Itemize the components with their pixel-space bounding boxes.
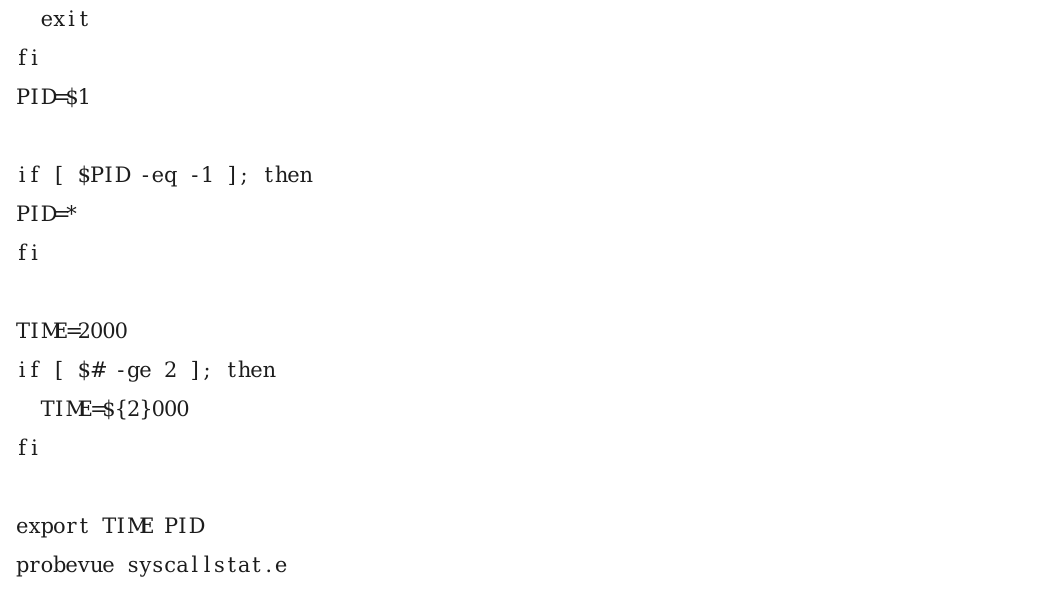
code-line: PID=$1: [16, 85, 92, 109]
code-line: TIME=${2}000: [40, 397, 190, 421]
code-line: fi: [18, 46, 38, 70]
code-line: PID=*: [16, 202, 77, 226]
code-line: if [ $PID - eq -1 ]; then: [18, 163, 314, 187]
code-line: ex i t: [40, 7, 89, 31]
code-line: probevue sysca l l s tat. e: [16, 553, 288, 577]
code-line: fi: [18, 241, 38, 265]
code-line: fi: [18, 436, 38, 460]
code-line: TIME=2000: [16, 319, 128, 343]
code-listing: ex i t f i PID=$1 if [ $PID - eq -1 ]; then PID…: [0, 0, 1059, 597]
code-line: expor t TIME PID: [16, 514, 206, 538]
code-line: if [ $# - ge 2 ]; then: [18, 358, 277, 382]
